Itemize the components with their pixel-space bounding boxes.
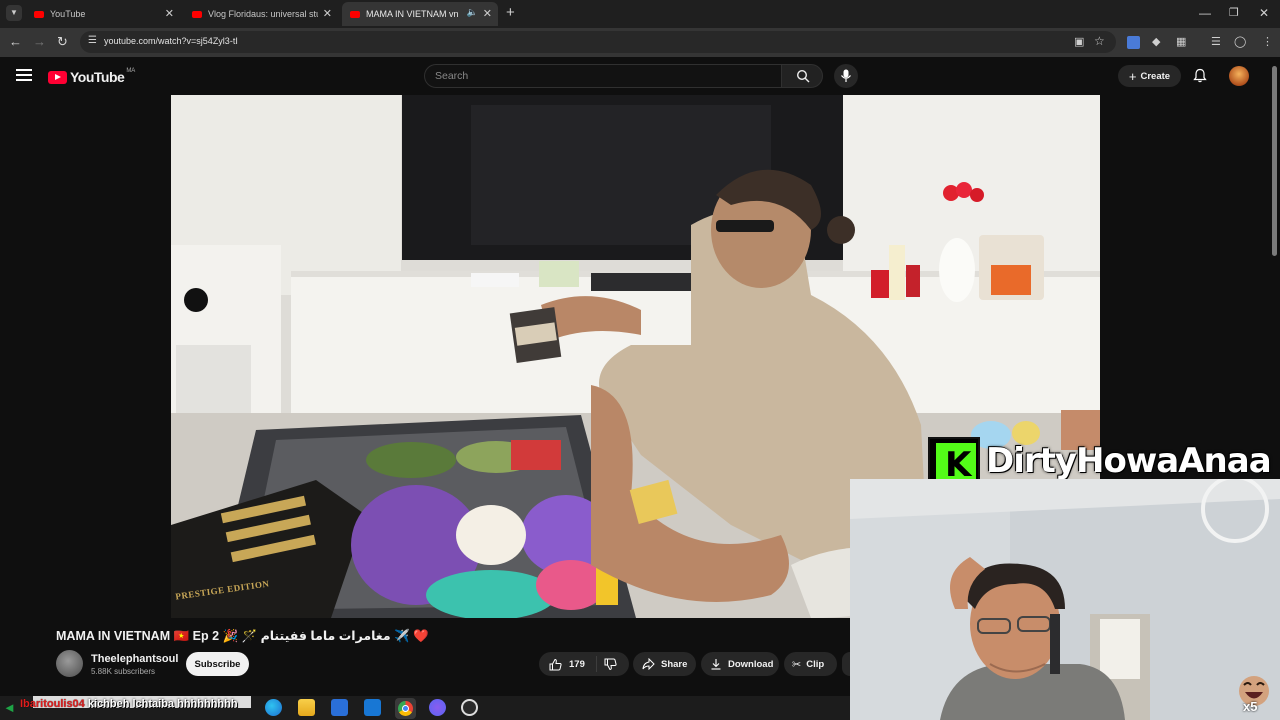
store-icon[interactable]: [331, 699, 348, 716]
tab-title: YouTube: [50, 9, 86, 19]
tab-close-icon[interactable]: ✕: [483, 7, 492, 20]
bookmark-star-icon[interactable]: ☆: [1094, 34, 1105, 48]
subscribe-button[interactable]: Subscribe: [186, 652, 249, 676]
search-button[interactable]: [781, 64, 823, 88]
clip-label: Clip: [806, 658, 825, 670]
page-scrollbar[interactable]: [1272, 66, 1277, 256]
tab-title: MAMA IN VIETNAM vn Ep 2: [366, 9, 458, 19]
download-icon: [711, 659, 721, 670]
browser-toolbar: ← → ↻ ☰ youtube.com/watch?v=sj54Zyl3-tI …: [0, 28, 1280, 57]
install-app-icon[interactable]: ▣: [1074, 35, 1084, 48]
extensions-puzzle-icon[interactable]: ▦: [1176, 35, 1186, 48]
clip-button[interactable]: ✂ Clip: [784, 652, 837, 676]
create-button[interactable]: + Create: [1118, 65, 1181, 87]
chat-text: kichbeh lchtaiba hhhhhhhhh: [87, 698, 238, 710]
streamer-name: DirtyHowaAnaa: [986, 441, 1272, 481]
channel-avatar[interactable]: [56, 650, 83, 677]
voice-search-button[interactable]: [834, 64, 858, 88]
tab-close-icon[interactable]: ✕: [165, 7, 174, 20]
create-label: Create: [1140, 70, 1171, 82]
restore-icon[interactable]: ❐: [1229, 6, 1239, 19]
youtube-logo[interactable]: YouTube MA: [48, 68, 136, 85]
chat-username: Ibaritoulis04: [20, 698, 85, 710]
notifications-bell-icon[interactable]: [1193, 68, 1207, 83]
subscriber-count: 5.88K subscribers: [91, 667, 156, 676]
webcam-illustration: [850, 479, 1280, 720]
browser-menu-icon[interactable]: ⋮: [1262, 35, 1273, 48]
search-icon: [796, 69, 810, 83]
tab-mama-in-vietnam[interactable]: MAMA IN VIETNAM vn Ep 2 🔈 ✕: [342, 2, 498, 26]
country-code: MA: [126, 68, 136, 74]
search-input[interactable]: Search: [424, 64, 781, 88]
more-actions-button[interactable]: [842, 652, 850, 676]
channel-name[interactable]: Theelephantsoul: [91, 653, 178, 665]
like-dislike-group: 179: [539, 652, 629, 676]
browser-tab-strip: ▼ YouTube ✕ Vlog Floridaus: universal st…: [0, 0, 1280, 28]
like-count: 179: [569, 658, 585, 670]
discord-icon[interactable]: [429, 699, 446, 716]
menu-icon[interactable]: [16, 69, 32, 81]
user-avatar[interactable]: [1229, 66, 1249, 86]
youtube-favicon-icon: [34, 10, 44, 18]
plus-icon: +: [1128, 68, 1137, 84]
webcam-feed: [850, 479, 1280, 720]
tab-title: Vlog Floridaus: universal studio: [208, 9, 318, 19]
media-controls-icon[interactable]: ☰: [1211, 35, 1221, 48]
download-label: Download: [728, 658, 774, 670]
extension-diamond-icon[interactable]: ◆: [1152, 35, 1160, 48]
back-icon[interactable]: ←: [9, 34, 22, 49]
minimize-icon[interactable]: —: [1199, 6, 1211, 20]
logo-wordmark: YouTube: [70, 69, 125, 85]
scissors-icon: ✂: [792, 658, 802, 671]
download-button[interactable]: Download: [701, 652, 779, 676]
tab-close-icon[interactable]: ✕: [323, 7, 332, 20]
youtube-play-icon: [48, 70, 67, 84]
tab-youtube[interactable]: YouTube ✕: [26, 2, 180, 26]
youtube-favicon-icon: [192, 10, 202, 18]
speaker-icon[interactable]: 🔈: [467, 7, 478, 18]
emote-count: x5: [1243, 699, 1258, 714]
chat-message: Ibaritoulis04 kichbeh lchtaiba hhhhhhhhh: [0, 698, 238, 710]
url-text: youtube.com/watch?v=sj54Zyl3-tI: [104, 36, 238, 46]
like-button[interactable]: 179: [539, 656, 597, 672]
new-tab-button[interactable]: +: [506, 4, 515, 21]
tab-vlog-floridaus[interactable]: Vlog Floridaus: universal studio ✕: [184, 2, 338, 26]
outlook-icon[interactable]: [364, 699, 381, 716]
edge-browser-icon[interactable]: [265, 699, 282, 716]
youtube-header: YouTube MA Search + Create: [0, 57, 1280, 95]
kick-logo: K: [928, 437, 980, 485]
site-info-icon[interactable]: ☰: [88, 35, 97, 46]
video-title: MAMA IN VIETNAM 🇻🇳 Ep 2 🎉 🪄 مغامرات ماما…: [56, 629, 429, 643]
thumbs-down-icon[interactable]: [604, 658, 617, 671]
share-label: Share: [661, 658, 688, 670]
search-placeholder: Search: [435, 70, 469, 82]
microphone-icon: [841, 69, 851, 82]
thumbs-up-icon: [549, 658, 562, 670]
window-close-icon[interactable]: ✕: [1259, 6, 1269, 20]
youtube-favicon-icon: [350, 10, 360, 18]
translate-extension-icon[interactable]: [1127, 36, 1140, 49]
forward-icon[interactable]: →: [33, 34, 46, 49]
tab-search-dropdown[interactable]: ▼: [6, 5, 22, 21]
file-explorer-icon[interactable]: [298, 699, 315, 716]
reload-icon[interactable]: ↻: [57, 34, 68, 50]
chrome-icon[interactable]: [395, 698, 416, 719]
share-button[interactable]: Share: [633, 652, 696, 676]
subscribe-label: Subscribe: [194, 658, 241, 670]
obs-record-icon[interactable]: [461, 699, 478, 716]
profile-icon[interactable]: ◯: [1234, 35, 1246, 48]
address-bar[interactable]: ☰ youtube.com/watch?v=sj54Zyl3-tI ▣ ☆: [80, 31, 1116, 53]
share-icon: [642, 658, 655, 670]
